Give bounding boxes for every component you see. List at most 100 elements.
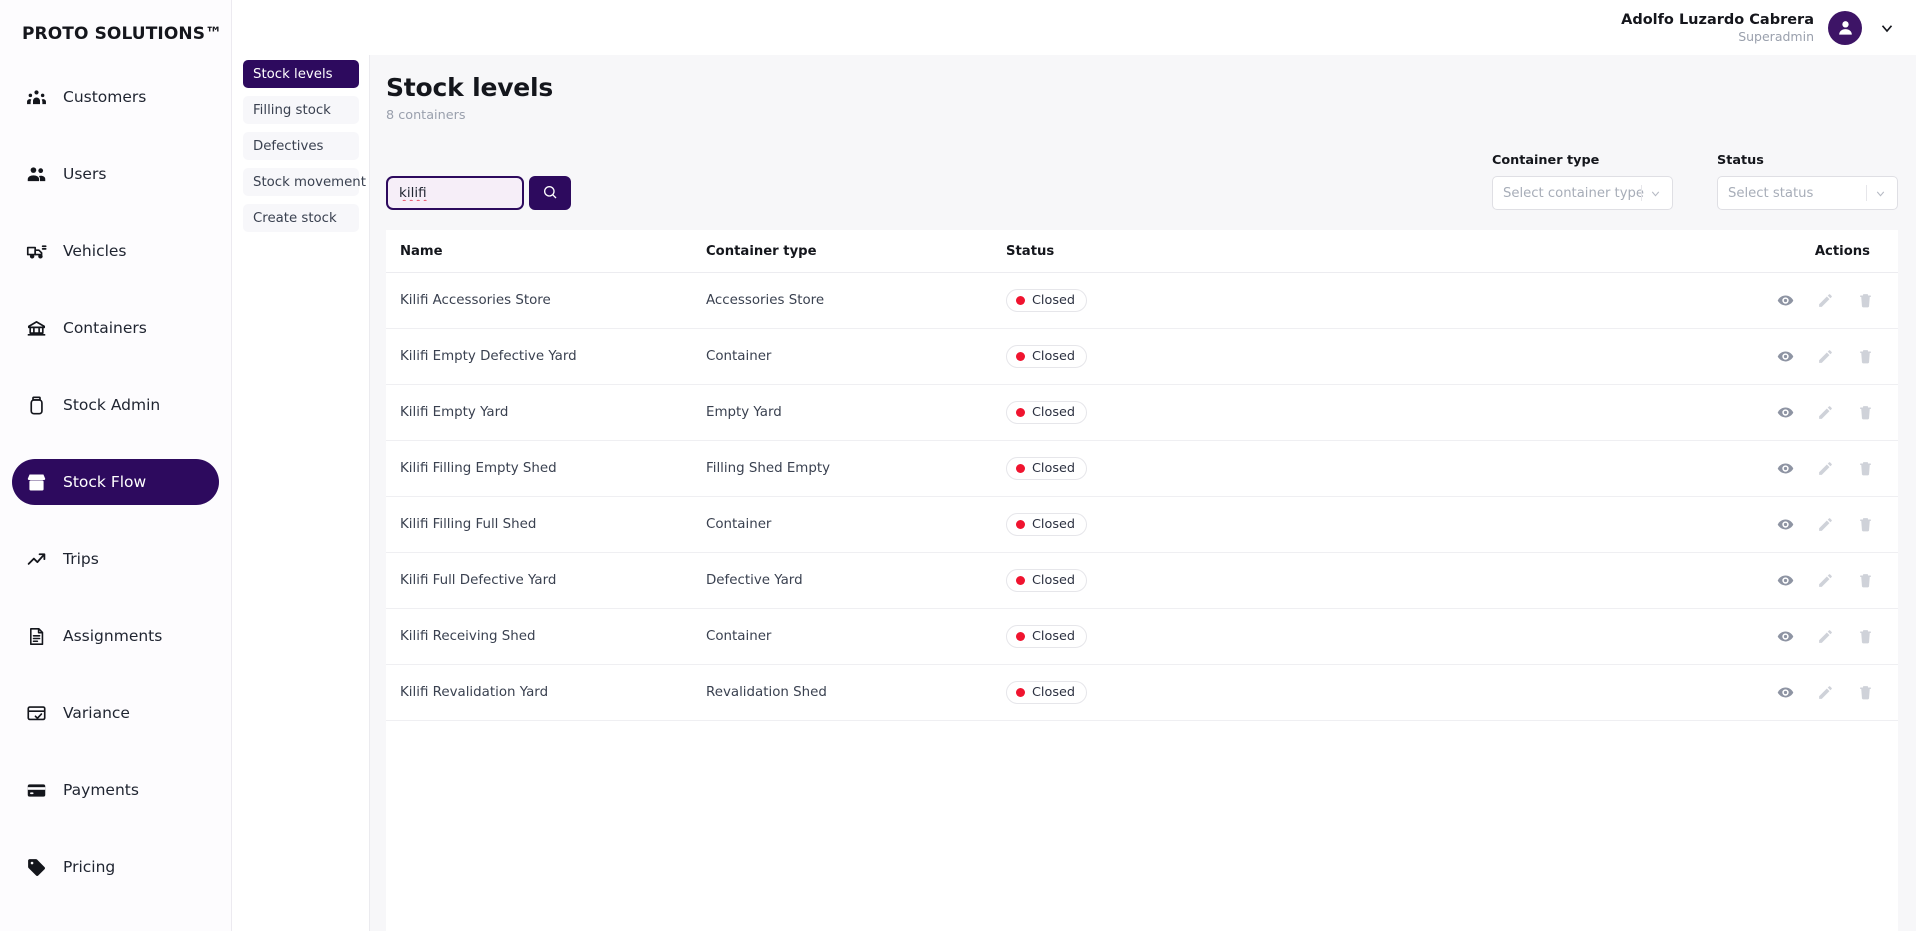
sidebar-item-variance[interactable]: Variance [12,690,219,736]
cell-status: Closed [1006,272,1648,329]
eye-icon[interactable] [1777,572,1794,589]
trash-icon[interactable] [1857,460,1874,477]
eye-icon[interactable] [1777,404,1794,421]
sidebar-item-stock-flow[interactable]: Stock Flow [12,459,219,505]
main-sidebar: PROTO SOLUTIONS™ Customers Users Vehicles C… [0,0,232,931]
trash-icon[interactable] [1857,628,1874,645]
row-actions [1648,348,1898,365]
row-actions [1648,404,1898,421]
chevron-down-icon[interactable] [1876,17,1898,39]
user-info: Adolfo Luzardo Cabrera Superadmin [1621,11,1814,45]
vehicles-icon [26,241,47,262]
status-badge: Closed [1006,401,1087,424]
pencil-icon[interactable] [1817,628,1834,645]
sidebar-item-trips[interactable]: Trips [12,536,219,582]
sidebar-item-customers[interactable]: Customers [12,74,219,120]
status-dot-icon [1016,632,1025,641]
cell-container-type: Container [706,328,1006,385]
table-row[interactable]: Kilifi Empty Yard Empty Yard Closed [386,384,1898,441]
status-dot-icon [1016,576,1025,585]
trash-icon[interactable] [1857,292,1874,309]
stock-levels-table-card: Name Container type Status Actions Kilif… [386,230,1898,931]
status-label: Closed [1032,461,1075,476]
stock-flow-icon [26,472,47,493]
cell-actions [1648,440,1898,497]
trash-icon[interactable] [1857,572,1874,589]
status-badge: Closed [1006,345,1087,368]
cell-container-type: Defective Yard [706,552,1006,609]
row-actions [1648,460,1898,477]
pencil-icon[interactable] [1817,292,1834,309]
search-button[interactable] [529,176,571,210]
trash-icon[interactable] [1857,348,1874,365]
select-divider [1641,185,1642,201]
table-row[interactable]: Kilifi Full Defective Yard Defective Yard… [386,552,1898,609]
status-label: Closed [1032,573,1075,588]
status-select[interactable]: Select status [1717,176,1898,210]
cell-status: Closed [1006,664,1648,721]
table-row[interactable]: Kilifi Revalidation Yard Revalidation She… [386,664,1898,721]
sidebar-item-pricing[interactable]: Pricing [12,844,219,890]
chevron-down-icon[interactable] [1645,177,1665,209]
sidebar-item-stock-admin[interactable]: Stock Admin [12,382,219,428]
trash-icon[interactable] [1857,684,1874,701]
table-head: Name Container type Status Actions [386,230,1898,273]
user-avatar-icon[interactable] [1828,10,1862,45]
cell-actions [1648,664,1898,721]
status-dot-icon [1016,688,1025,697]
pencil-icon[interactable] [1817,460,1834,477]
container-type-select[interactable]: Select container type [1492,176,1673,210]
eye-icon[interactable] [1777,628,1794,645]
cell-name: Kilifi Accessories Store [386,272,706,329]
status-label: Closed [1032,293,1075,308]
users-icon [26,164,47,185]
table-row[interactable]: Kilifi Filling Full Shed Container Closed [386,496,1898,553]
table-row[interactable]: Kilifi Filling Empty Shed Filling Shed Em… [386,440,1898,497]
sidebar-item-assignments[interactable]: Assignments [12,613,219,659]
pricing-icon [26,857,47,878]
pencil-icon[interactable] [1817,684,1834,701]
eye-icon[interactable] [1777,684,1794,701]
brand-logo: PROTO SOLUTIONS™ [22,24,223,44]
pencil-icon[interactable] [1817,572,1834,589]
eye-icon[interactable] [1777,460,1794,477]
eye-icon[interactable] [1777,348,1794,365]
status-label: Closed [1032,685,1075,700]
status-dot-icon [1016,408,1025,417]
chevron-down-icon[interactable] [1870,177,1890,209]
app-root: PROTO SOLUTIONS™ Customers Users Vehicles C… [0,0,1916,931]
trash-icon[interactable] [1857,516,1874,533]
cell-name: Kilifi Revalidation Yard [386,664,706,721]
row-actions [1648,292,1898,309]
cell-container-type: Empty Yard [706,384,1006,441]
eye-icon[interactable] [1777,292,1794,309]
pencil-icon[interactable] [1817,404,1834,421]
sidebar-item-vehicles[interactable]: Vehicles [12,228,219,274]
sidebar-item-label: Pricing [63,858,116,876]
tab-stock-levels[interactable]: Stock levels [243,60,359,88]
pencil-icon[interactable] [1817,348,1834,365]
search-input[interactable] [386,176,524,210]
trash-icon[interactable] [1857,404,1874,421]
eye-icon[interactable] [1777,516,1794,533]
table-row[interactable]: Kilifi Empty Defective Yard Container Clos… [386,328,1898,385]
table-row[interactable]: Kilifi Receiving Shed Container Closed [386,608,1898,665]
cell-name: Kilifi Empty Defective Yard [386,328,706,385]
cell-status: Closed [1006,608,1648,665]
sidebar-item-payments[interactable]: Payments [12,767,219,813]
sidebar-item-containers[interactable]: Containers [12,305,219,351]
sidebar-item-label: Users [63,165,107,183]
table-row[interactable]: Kilifi Accessories Store Accessories Stor… [386,272,1898,329]
status-dot-icon [1016,352,1025,361]
tab-create-stock[interactable]: Create stock [243,204,359,232]
status-badge: Closed [1006,569,1087,592]
cell-container-type: Revalidation Shed [706,664,1006,721]
sidebar-item-users[interactable]: Users [12,151,219,197]
tab-filling-stock[interactable]: Filling stock [243,96,359,124]
top-bar: Adolfo Luzardo Cabrera Superadmin [232,0,1916,55]
status-label: Closed [1032,629,1075,644]
tab-stock-movement[interactable]: Stock movement [243,168,366,196]
row-actions [1648,516,1898,533]
tab-defectives[interactable]: Defectives [243,132,359,160]
pencil-icon[interactable] [1817,516,1834,533]
